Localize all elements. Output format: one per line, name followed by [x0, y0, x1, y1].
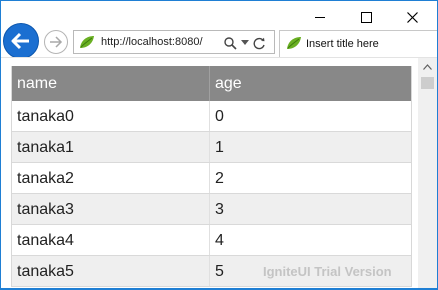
maximize-button[interactable]: [343, 1, 389, 33]
cell-name: tanaka5: [12, 256, 210, 286]
cell-age: 4: [215, 232, 224, 249]
leaf-icon: [287, 37, 301, 49]
forward-button[interactable]: [44, 30, 68, 54]
close-button[interactable]: [389, 1, 435, 33]
minimize-button[interactable]: [297, 1, 343, 33]
cell-name: tanaka2: [12, 163, 210, 193]
chevron-down-icon[interactable]: [241, 40, 249, 46]
address-bar[interactable]: http://localhost:8080/: [73, 30, 275, 54]
chevron-up-icon: [423, 64, 432, 70]
search-icon[interactable]: [224, 36, 237, 50]
scroll-up-button[interactable]: [418, 58, 437, 76]
grid-header: name age: [12, 66, 411, 101]
scroll-thumb[interactable]: [421, 77, 434, 89]
data-grid: name age tanaka0 0 tanaka1 1 tanaka2 2 t…: [11, 66, 412, 287]
table-row[interactable]: tanaka3 3: [12, 194, 411, 225]
close-icon: [406, 11, 418, 23]
column-header-name[interactable]: name: [12, 66, 210, 101]
cell-name: tanaka0: [12, 101, 210, 131]
address-url[interactable]: http://localhost:8080/: [101, 36, 203, 48]
tab-insert-title[interactable]: Insert title here: [279, 30, 437, 57]
minimize-icon: [315, 16, 325, 18]
refresh-icon[interactable]: [253, 37, 266, 50]
table-row[interactable]: tanaka0 0: [12, 101, 411, 132]
vertical-scrollbar[interactable]: [418, 58, 437, 288]
column-header-age[interactable]: age: [210, 66, 411, 101]
cell-name: tanaka3: [12, 194, 210, 224]
cell-name: tanaka4: [12, 225, 210, 255]
trial-watermark: IgniteUI Trial Version: [263, 264, 392, 279]
browser-window: http://localhost:8080/ Insert title here: [1, 1, 437, 288]
cell-age: 1: [215, 139, 224, 156]
table-row[interactable]: tanaka2 2: [12, 163, 411, 194]
back-arrow-icon: [11, 32, 29, 50]
table-row[interactable]: tanaka4 4: [12, 225, 411, 256]
cell-name: tanaka1: [12, 132, 210, 162]
cell-age: 2: [215, 170, 224, 187]
page-content: name age tanaka0 0 tanaka1 1 tanaka2 2 t…: [1, 58, 437, 288]
maximize-icon: [360, 11, 372, 23]
forward-arrow-icon: [50, 36, 63, 48]
leaf-icon: [80, 36, 94, 48]
back-button[interactable]: [3, 23, 39, 59]
table-row[interactable]: tanaka1 1: [12, 132, 411, 163]
cell-age: 0: [215, 108, 224, 125]
tab-title: Insert title here: [306, 38, 379, 50]
cell-age: 3: [215, 201, 224, 218]
